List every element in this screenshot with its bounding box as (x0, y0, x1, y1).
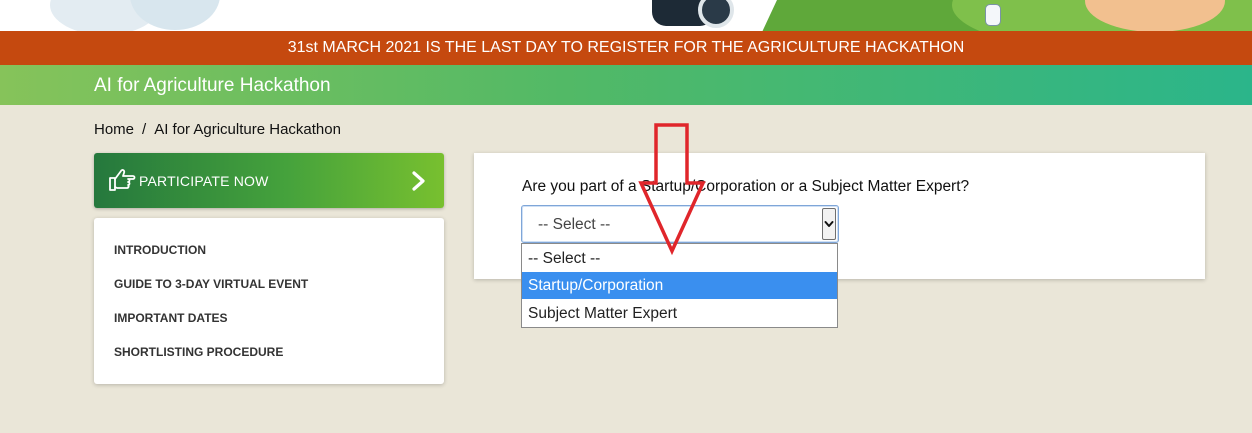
announcement-text: 31st MARCH 2021 IS THE LAST DAY TO REGIS… (287, 39, 965, 56)
option-label: Startup/Corporation (528, 277, 664, 294)
chevron-down-icon (824, 221, 834, 227)
announcement-bar: 31st MARCH 2021 IS THE LAST DAY TO REGIS… (0, 31, 1252, 65)
option-startup-corporation[interactable]: Startup/Corporation (522, 272, 837, 299)
sidebar-item-introduction[interactable]: INTRODUCTION (114, 243, 206, 257)
sidebar-menu: INTRODUCTION GUIDE TO 3-DAY VIRTUAL EVEN… (94, 218, 444, 384)
participate-now-label: PARTICIPATE NOW (139, 173, 269, 189)
select-dropdown-button[interactable] (822, 208, 836, 240)
page-title: AI for Agriculture Hackathon (94, 75, 331, 96)
breadcrumb-home-link[interactable]: Home (94, 121, 134, 138)
option-label: -- Select -- (528, 250, 601, 267)
participant-type-select[interactable]: -- Select -- (521, 205, 839, 243)
select-current-value: -- Select -- (538, 216, 611, 233)
breadcrumb-separator: / (142, 121, 147, 138)
participant-type-dropdown-list: -- Select -- Startup/Corporation Subject… (521, 243, 838, 328)
breadcrumb: Home / AI for Agriculture Hackathon (94, 121, 341, 138)
sidebar-item-important-dates[interactable]: IMPORTANT DATES (114, 311, 228, 325)
sidebar-item-guide[interactable]: GUIDE TO 3-DAY VIRTUAL EVENT (114, 277, 308, 291)
participate-now-button[interactable]: PARTICIPATE NOW (94, 153, 444, 208)
option-select-placeholder[interactable]: -- Select -- (522, 245, 837, 272)
participant-type-question: Are you part of a Startup/Corporation or… (522, 178, 970, 195)
robot-illustration (985, 4, 1001, 26)
option-label: Subject Matter Expert (528, 305, 678, 322)
option-subject-matter-expert[interactable]: Subject Matter Expert (522, 300, 837, 327)
sidebar-item-shortlisting[interactable]: SHORTLISTING PROCEDURE (114, 345, 283, 359)
chevron-right-icon (412, 171, 425, 191)
breadcrumb-current: AI for Agriculture Hackathon (154, 121, 341, 138)
hero-banner (0, 0, 1252, 31)
title-bar: AI for Agriculture Hackathon (0, 65, 1252, 105)
pointing-hand-icon (109, 169, 136, 191)
